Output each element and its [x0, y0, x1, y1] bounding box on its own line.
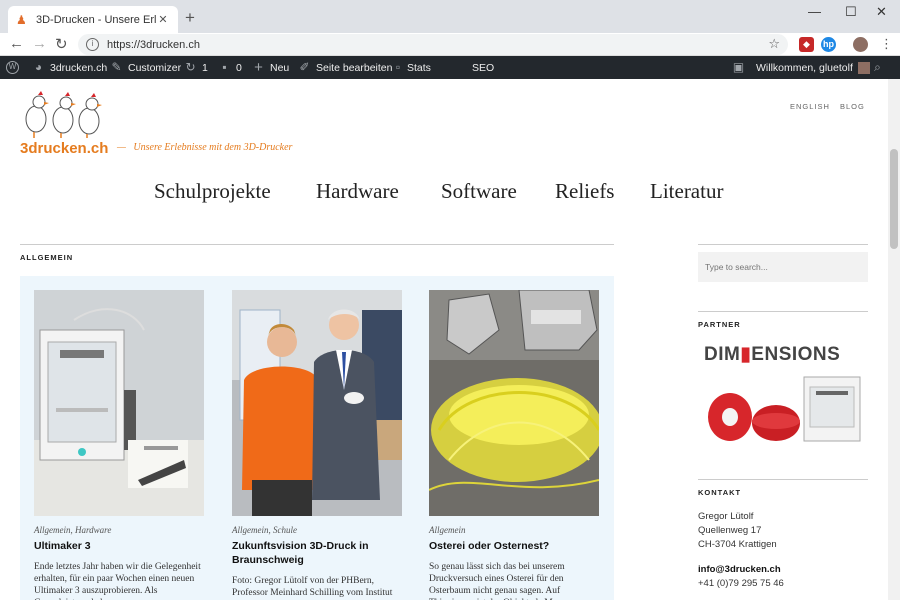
browser-toolbar: ← → ↻ i https://3drucken.ch ☆ ◆ hp ⋮	[0, 33, 900, 56]
dimensions-logo[interactable]: DIM▮ENSIONS	[704, 343, 840, 366]
wp-seo-link[interactable]: SEO	[472, 56, 494, 79]
wp-customizer-link[interactable]: ✎ Customizer	[110, 56, 181, 79]
site-info-icon[interactable]: i	[86, 38, 99, 51]
post-categories[interactable]: Allgemein, Hardware	[34, 525, 204, 535]
close-tab-icon[interactable]: ✕	[156, 13, 170, 26]
tab-title: 3D-Drucken - Unsere Erlebnisse	[36, 13, 156, 26]
wp-comments-link[interactable]: ▪ 0	[218, 56, 241, 79]
post-excerpt: So genau lässt sich das bei unserem Druc…	[429, 562, 565, 600]
minimize-icon[interactable]: —	[808, 4, 821, 19]
partner-label: PARTNER	[698, 320, 741, 329]
wordpress-logo-icon[interactable]: W	[6, 56, 24, 79]
partner-products-image[interactable]	[704, 373, 864, 445]
sidebar-divider	[698, 311, 868, 312]
bookmark-star-icon[interactable]: ☆	[768, 36, 780, 52]
main-nav-schulprojekte[interactable]: Schulprojekte	[154, 179, 271, 204]
sidebar-divider	[698, 479, 868, 480]
close-window-icon[interactable]: ✕	[876, 4, 887, 20]
wp-avatar	[857, 61, 870, 74]
post-grid: Allgemein, Hardware Ultimaker 3 Ende let…	[20, 276, 614, 600]
scrollbar-thumb[interactable]	[890, 149, 898, 249]
post-thumbnail-ultimaker[interactable]	[34, 290, 204, 516]
browser-tab[interactable]: ♟ 3D-Drucken - Unsere Erlebnisse ✕	[8, 6, 178, 33]
post-title[interactable]: Ultimaker 3	[34, 539, 204, 553]
post-excerpt: Foto: Gregor Lütolf von der PHBern, Prof…	[232, 576, 393, 598]
profile-avatar[interactable]	[853, 37, 868, 52]
wp-admin-bar: W ◕ 3drucken.ch ✎ Customizer ↻ 1 ▪ 0 + Neu ✐ S…	[0, 56, 900, 79]
browser-tab-strip: ♟ 3D-Drucken - Unsere Erlebnisse ✕ + — ☐…	[0, 0, 900, 33]
wp-account-link[interactable]: Willkommen, gluetolf	[756, 56, 870, 79]
wp-new-link[interactable]: + Neu	[252, 56, 289, 79]
wp-site-link[interactable]: ◕ 3drucken.ch	[32, 56, 107, 79]
main-nav-hardware[interactable]: Hardware	[316, 179, 399, 204]
post-title[interactable]: Zukunftsvision 3D-Druck in Braunschweig	[232, 539, 402, 567]
contact-name: Gregor Lütolf	[698, 511, 754, 522]
sidebar-divider	[698, 244, 868, 245]
post-card: Allgemein Osterei oder Osternest? So gen…	[429, 290, 599, 600]
web-page: 3drucken.ch — Unsere Erlebnisse mit dem …	[0, 79, 888, 600]
back-icon[interactable]: ←	[9, 35, 24, 52]
post-thumbnail-braunschweig[interactable]	[232, 290, 402, 516]
comment-icon: ▪	[222, 60, 227, 74]
post-thumbnail-osterei[interactable]	[429, 290, 599, 516]
hp-extension-icon[interactable]: hp	[821, 37, 836, 52]
top-nav-english[interactable]: ENGLISH	[790, 102, 830, 111]
brush-icon: ✎	[111, 60, 122, 74]
spool-icon: ▮	[740, 344, 752, 365]
updates-icon: ↻	[185, 60, 196, 74]
wp-edit-page-link[interactable]: ✐ Seite bearbeiten	[298, 56, 392, 79]
reload-icon[interactable]: ↻	[55, 35, 68, 53]
wp-notification-icon[interactable]: ▣	[732, 56, 750, 79]
main-nav-reliefs[interactable]: Reliefs	[555, 179, 614, 204]
top-nav-blog[interactable]: BLOG	[840, 102, 865, 111]
site-tagline: — Unsere Erlebnisse mit dem 3D-Drucker	[117, 142, 293, 153]
search-input[interactable]	[698, 252, 868, 282]
menu-dots-icon[interactable]: ⋮	[880, 36, 893, 52]
site-title[interactable]: 3drucken.ch	[20, 140, 108, 157]
chicken-logo-icon[interactable]	[22, 89, 104, 139]
contact-street: Quellenweg 17	[698, 525, 762, 536]
contact-email-link[interactable]: info@3drucken.ch	[698, 563, 781, 577]
contact-phone: +41 (0)79 295 75 46	[698, 578, 784, 589]
post-card: Allgemein, Hardware Ultimaker 3 Ende let…	[34, 290, 204, 600]
forward-icon[interactable]: →	[32, 35, 47, 52]
dashboard-icon: ◕	[34, 60, 43, 74]
new-tab-button[interactable]: +	[185, 8, 195, 28]
address-bar[interactable]: i https://3drucken.ch ☆	[78, 34, 788, 55]
post-excerpt: Ende letztes Jahr haben wir die Gelegenh…	[34, 562, 201, 600]
contact-city: CH-3704 Krattigen	[698, 539, 777, 550]
shield-extension-icon[interactable]: ◆	[799, 37, 814, 52]
post-categories[interactable]: Allgemein, Schule	[232, 525, 402, 535]
post-categories[interactable]: Allgemein	[429, 525, 599, 535]
page-scrollbar[interactable]	[888, 79, 900, 600]
wp-updates-link[interactable]: ↻ 1	[184, 56, 207, 79]
contact-label: KONTAKT	[698, 488, 742, 497]
maximize-icon[interactable]: ☐	[845, 4, 857, 20]
main-nav-software[interactable]: Software	[441, 179, 517, 204]
url-text: https://3drucken.ch	[107, 38, 200, 51]
plus-icon: +	[254, 59, 263, 76]
content-divider	[20, 244, 614, 245]
broken-image-icon: ▫	[395, 60, 401, 74]
site-favicon-icon: ♟	[16, 12, 27, 27]
wp-search-icon[interactable]: ⌕	[871, 56, 889, 79]
section-label: ALLGEMEIN	[20, 253, 74, 262]
main-nav-literatur[interactable]: Literatur	[650, 179, 723, 204]
post-title[interactable]: Osterei oder Osternest?	[429, 539, 599, 553]
wp-stats-link[interactable]: ▫ Stats	[394, 56, 431, 79]
post-card: Allgemein, Schule Zukunftsvision 3D-Druc…	[232, 290, 402, 600]
pencil-icon: ✐	[299, 60, 310, 74]
